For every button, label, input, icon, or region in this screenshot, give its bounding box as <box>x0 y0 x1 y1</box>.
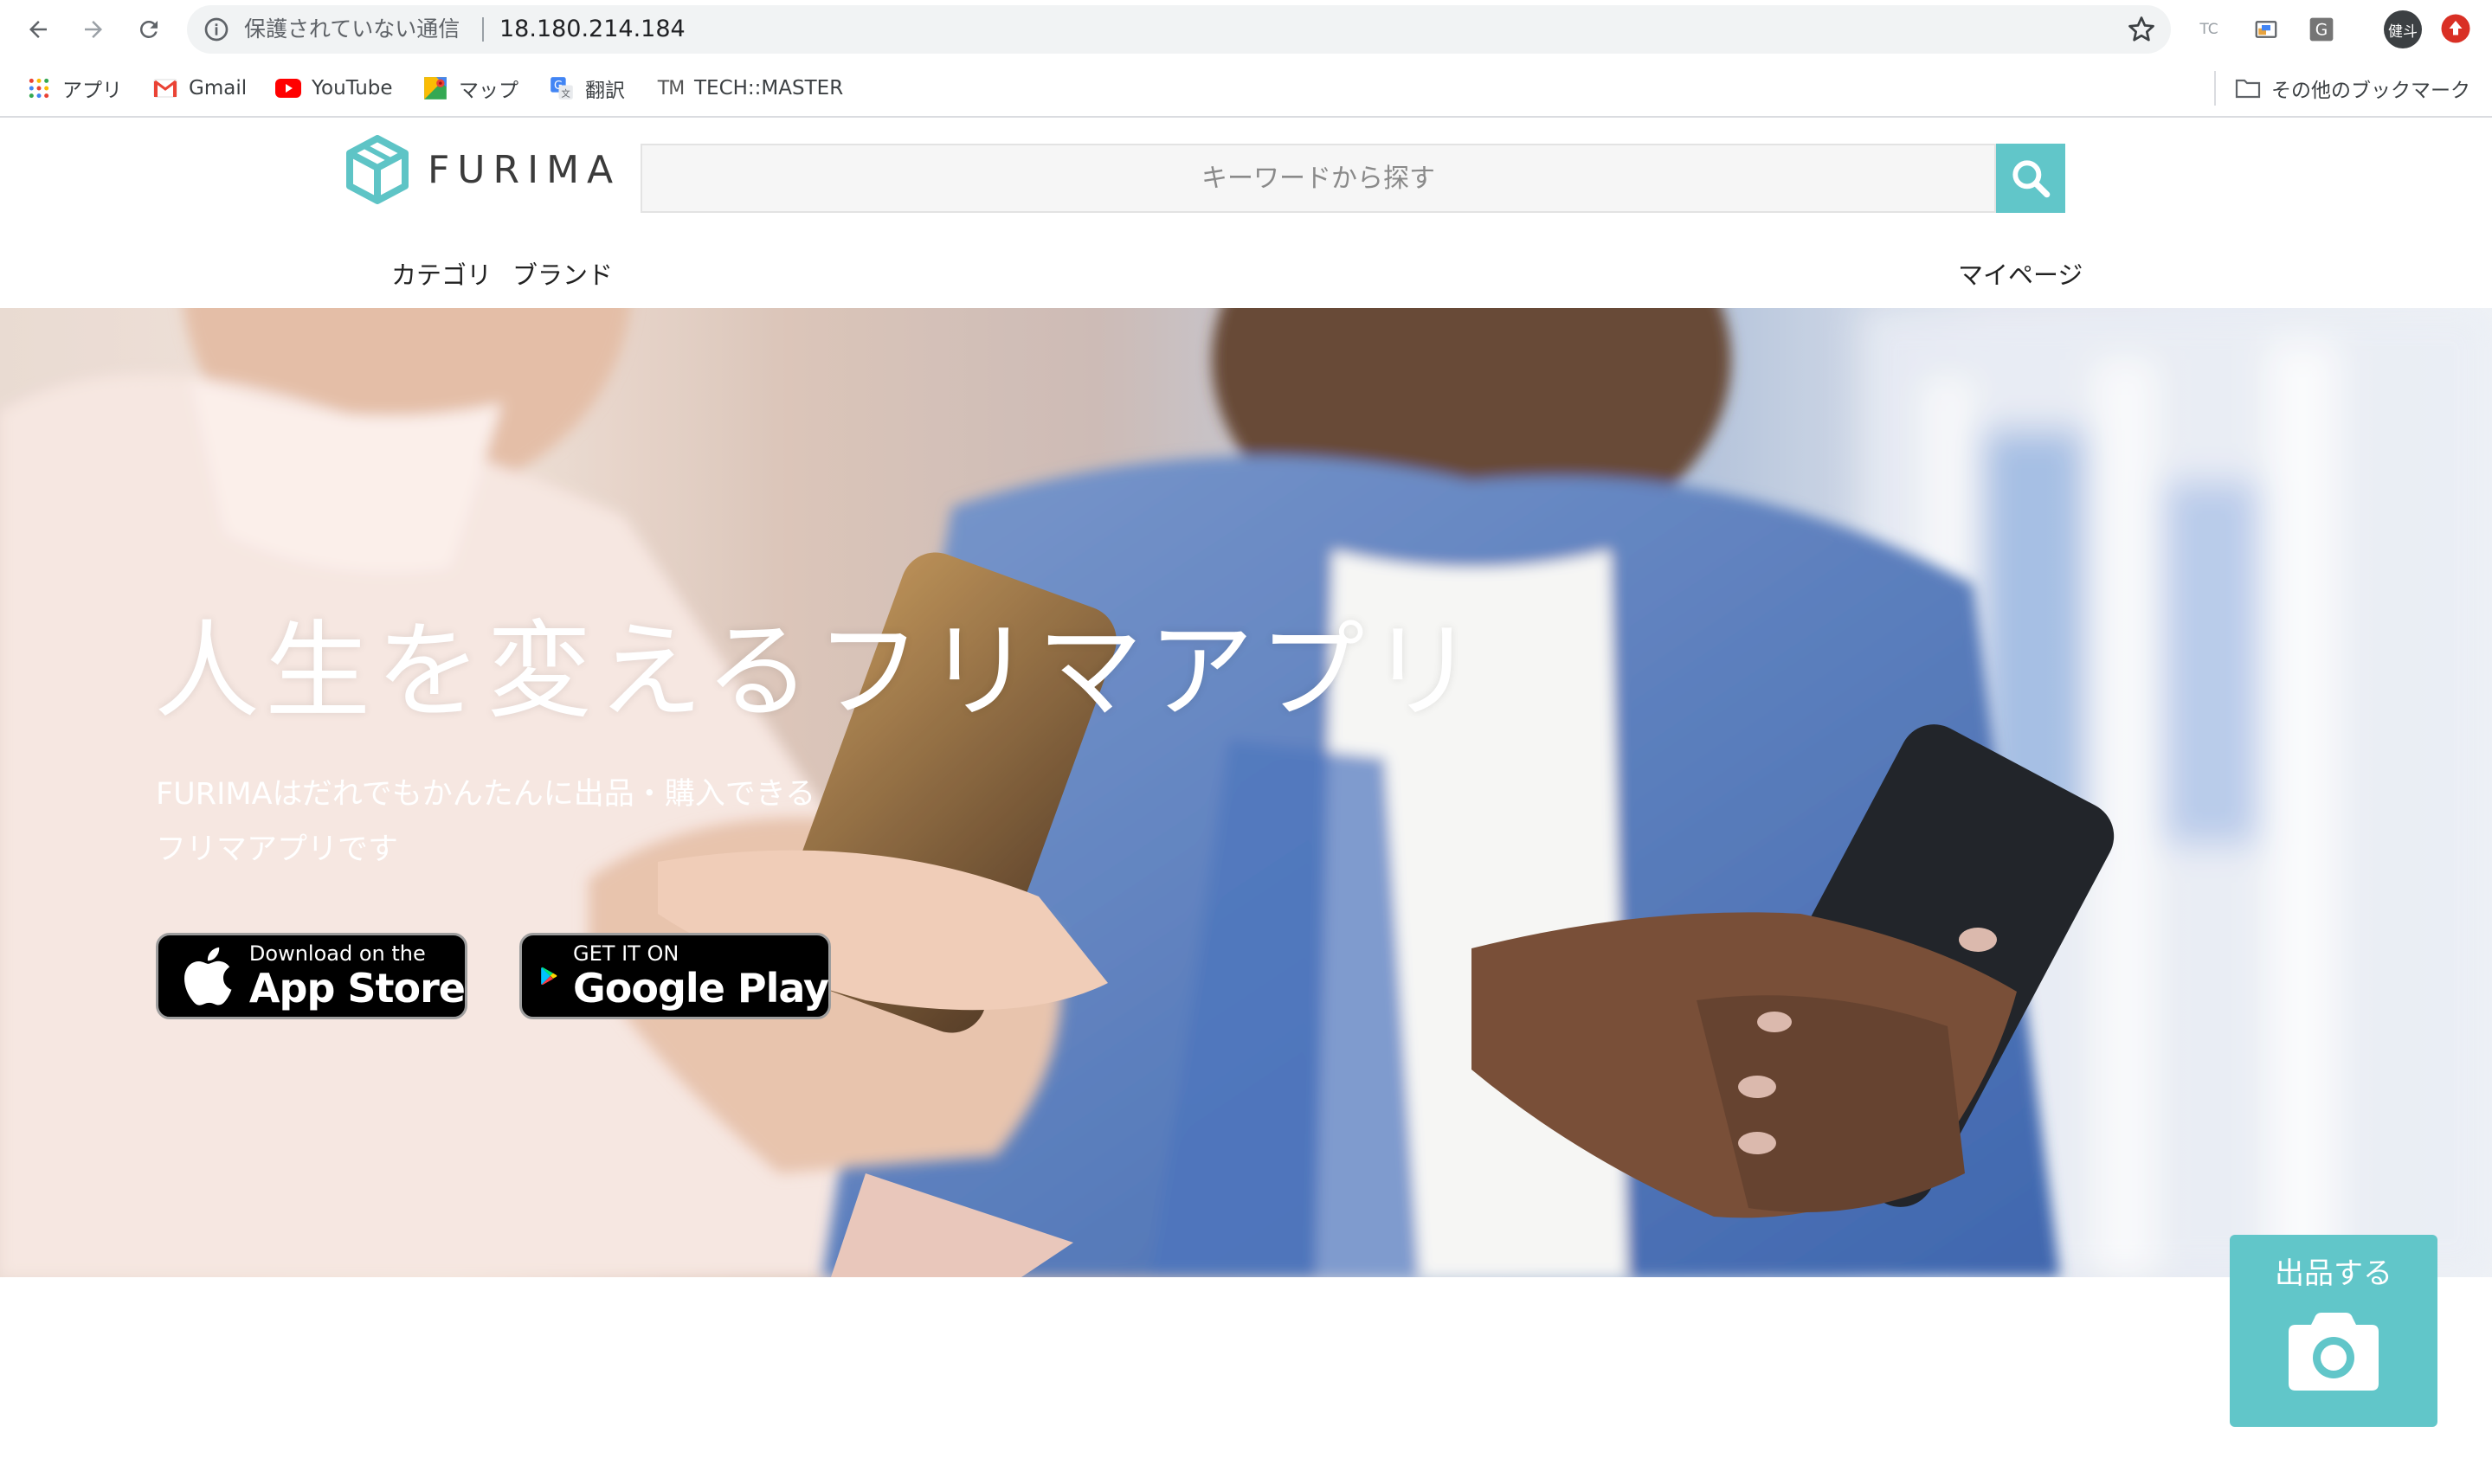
back-button[interactable] <box>17 9 59 50</box>
bookmark-maps[interactable]: マップ <box>422 73 518 104</box>
reload-icon <box>139 20 158 38</box>
bookmark-label: マップ <box>459 80 518 102</box>
camera-icon <box>2289 1313 2379 1391</box>
svg-text:G: G <box>2315 22 2328 40</box>
bookmark-star-icon[interactable] <box>2126 14 2157 45</box>
url-text[interactable]: 18.180.214.184 <box>499 16 686 43</box>
address-divider <box>482 17 484 42</box>
maps-icon <box>422 75 448 101</box>
cube-logo-icon <box>346 135 409 204</box>
apple-icon <box>184 947 232 1005</box>
sell-button[interactable]: 出品する <box>2230 1235 2437 1427</box>
bookmark-apps[interactable]: アプリ <box>26 73 122 104</box>
logo-text: FURIMA <box>428 147 621 192</box>
g-extension-icon[interactable]: G <box>2306 14 2337 45</box>
hero-subtitle-line2: フリマアプリです <box>156 832 399 867</box>
youtube-icon <box>275 75 301 101</box>
google-play-icon <box>541 967 557 986</box>
google-play-large-text: Google Play <box>573 965 829 1012</box>
search-input[interactable] <box>641 144 1996 213</box>
bookmarks-bar: アプリ Gmail YouTube マップ G文 翻訳 TM TECH::MAS… <box>0 59 2492 118</box>
google-play-badge[interactable]: GET IT ON Google Play <box>519 933 831 1019</box>
profile-avatar[interactable]: 健斗 <box>2384 10 2422 48</box>
bookmark-label: その他のブックマーク <box>2271 80 2470 102</box>
gmail-icon <box>152 75 178 101</box>
sell-button-label: 出品する <box>2275 1256 2392 1291</box>
arrow-left-icon <box>29 21 47 38</box>
bookmark-label: TECH::MASTER <box>694 77 844 100</box>
apps-grid-icon <box>26 75 52 101</box>
app-store-badge[interactable]: Download on the App Store <box>156 933 467 1019</box>
search-icon <box>2012 160 2051 198</box>
app-store-small-text: Download on the <box>248 941 426 966</box>
search-button[interactable] <box>1996 144 2065 213</box>
category-link[interactable]: カテゴリ <box>391 260 492 291</box>
svg-text:文: 文 <box>561 87 570 99</box>
google-play-small-text: GET IT ON <box>573 941 679 966</box>
bookmark-translate[interactable]: G文 翻訳 <box>549 73 625 104</box>
search-bar <box>641 144 2065 213</box>
browser-toolbar: 保護されていない通信 18.180.214.184 TC G 健斗 <box>0 0 2492 59</box>
bookmark-gmail[interactable]: Gmail <box>152 73 247 104</box>
site-header: FURIMA カテゴリ ブランド マイページ <box>0 118 2492 308</box>
bookmark-label: Gmail <box>189 77 248 100</box>
security-status[interactable]: 保護されていない通信 <box>244 16 460 42</box>
reload-button[interactable] <box>128 9 170 50</box>
folder-icon <box>2235 75 2261 101</box>
furima-logo[interactable]: FURIMA <box>346 135 621 204</box>
hero-subtitle-line1: FURIMAはだれでもかんたんに出品・購入できる <box>156 777 816 812</box>
tm-icon: TM <box>657 77 685 100</box>
bookmark-youtube[interactable]: YouTube <box>275 73 393 104</box>
forward-button[interactable] <box>73 9 114 50</box>
address-bar[interactable]: 保護されていない通信 18.180.214.184 <box>187 5 2171 54</box>
info-icon[interactable] <box>203 16 230 43</box>
mypage-link[interactable]: マイページ <box>1958 260 2083 291</box>
arrow-right-icon <box>85 21 102 38</box>
bookmark-label: アプリ <box>62 80 122 102</box>
hero-banner: 人生を変えるフリマアプリ FURIMAはだれでもかんたんに出品・購入できる フリ… <box>0 308 2492 1277</box>
bookmark-other-folder[interactable]: その他のブックマーク <box>2235 73 2470 104</box>
bookmarks-divider <box>2214 71 2216 106</box>
brand-link[interactable]: ブランド <box>512 260 613 291</box>
tc-extension-icon[interactable]: TC <box>2193 14 2225 45</box>
hero-title: 人生を変えるフリマアプリ <box>154 610 1481 733</box>
cast-icon[interactable] <box>2251 14 2282 45</box>
update-icon[interactable] <box>2439 12 2472 45</box>
bookmark-techmaster[interactable]: TM TECH::MASTER <box>658 73 843 104</box>
translate-icon: G文 <box>549 75 575 101</box>
bookmark-label: 翻訳 <box>585 80 625 102</box>
bookmark-label: YouTube <box>312 77 393 100</box>
app-store-large-text: App Store <box>248 965 466 1012</box>
